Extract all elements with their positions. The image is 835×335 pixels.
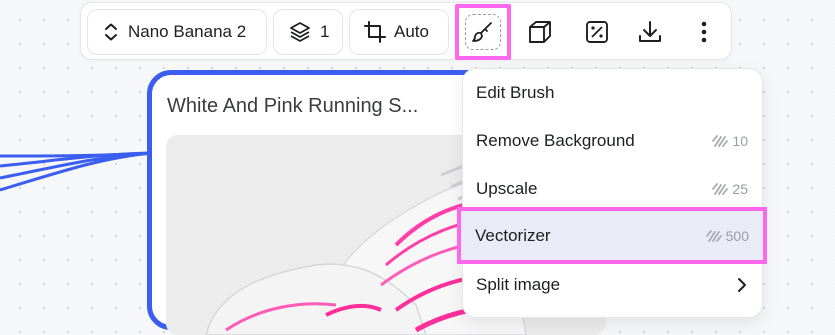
- credit-cost: 25: [712, 181, 748, 197]
- more-options-button[interactable]: [681, 9, 727, 55]
- menu-item-label: Split image: [476, 275, 561, 294]
- credits-icon: [712, 135, 729, 147]
- credit-cost: 10: [712, 133, 748, 149]
- model-selector-button[interactable]: Nano Banana 2: [87, 9, 267, 55]
- crop-icon: [364, 21, 386, 43]
- 3d-box-button[interactable]: [517, 9, 563, 55]
- brush-icon: [472, 22, 492, 42]
- adjust-button[interactable]: [574, 9, 620, 55]
- menu-item-label: Vectorizer: [475, 225, 551, 245]
- layers-count: 1: [320, 22, 330, 41]
- menu-item-label: Remove Background: [476, 131, 635, 150]
- crop-aspect-button[interactable]: Auto: [349, 9, 449, 55]
- credit-cost-value: 10: [732, 133, 748, 149]
- node-toolbar: Nano Banana 2 1 Auto: [80, 2, 732, 60]
- tools-dropdown-menu: Edit Brush Remove Background 10 Upscale …: [462, 68, 763, 318]
- credits-icon: [712, 183, 729, 195]
- credit-cost-value: 500: [725, 227, 749, 244]
- credit-cost-value: 25: [732, 181, 748, 197]
- model-label: Nano Banana 2: [128, 22, 247, 41]
- menu-item-split-image[interactable]: Split image: [463, 261, 762, 309]
- edit-brush-button[interactable]: [455, 4, 511, 60]
- chevron-right-icon: [738, 278, 746, 292]
- menu-item-label: Edit Brush: [476, 83, 555, 102]
- menu-item-label: Upscale: [476, 179, 538, 198]
- download-button[interactable]: [627, 9, 673, 55]
- menu-item-edit-brush[interactable]: Edit Brush: [463, 69, 762, 117]
- credit-cost: 500: [705, 227, 749, 244]
- menu-item-remove-background[interactable]: Remove Background 10: [463, 117, 762, 165]
- crop-label: Auto: [394, 22, 429, 41]
- cube-icon: [529, 21, 551, 43]
- menu-item-upscale[interactable]: Upscale 25: [463, 165, 762, 213]
- layers-count-button[interactable]: 1: [273, 9, 343, 55]
- layers-icon: [290, 22, 310, 42]
- card-title: White And Pink Running S...: [167, 95, 419, 117]
- menu-item-vectorizer[interactable]: Vectorizer 500: [457, 207, 767, 264]
- download-icon: [639, 21, 661, 42]
- more-vertical-icon: [701, 21, 707, 43]
- node-connectors: [0, 151, 153, 192]
- chevron-up-down-icon: [105, 23, 117, 41]
- percent-square-icon: [586, 21, 608, 43]
- credits-icon: [705, 229, 722, 242]
